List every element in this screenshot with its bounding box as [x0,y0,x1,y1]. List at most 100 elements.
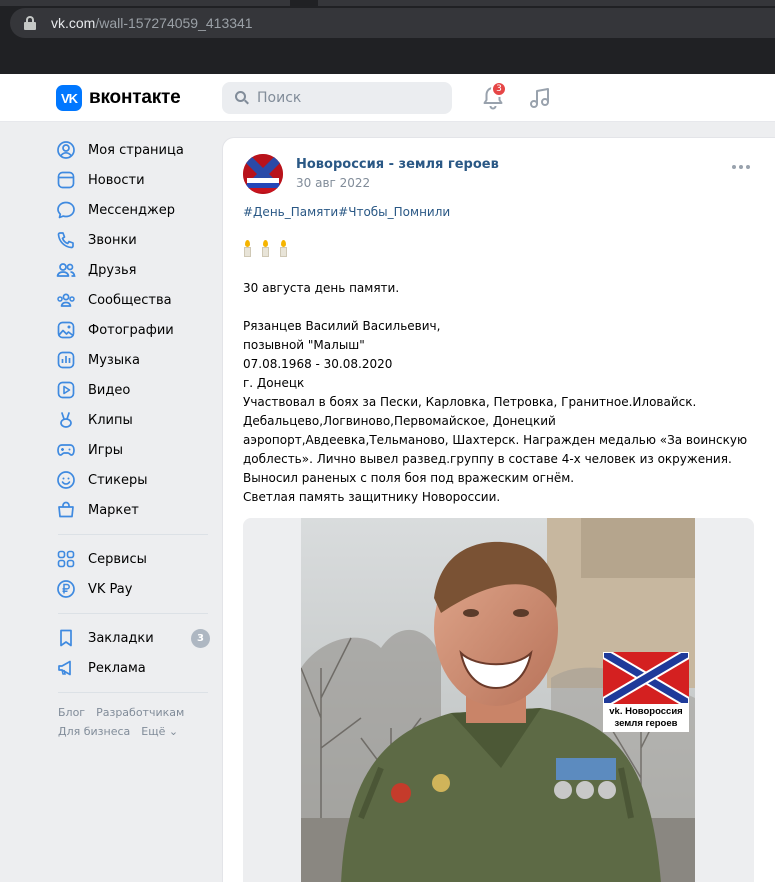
post-line: Рязанцев Василий Васильевич, [243,319,441,333]
sidebar-item-vkpay[interactable]: VK Pay [56,574,212,604]
search-input[interactable]: Поиск [222,82,452,114]
wall-post: Новороссия - земля героев 30 авг 2022 #Д… [222,137,775,882]
lock-icon [23,16,37,30]
sidebar-item-label: Моя страница [88,142,184,158]
browser-tab[interactable] [0,0,290,6]
photos-icon [57,321,75,339]
profile-icon [57,141,75,159]
music-icon [57,351,75,369]
post-line: позывной "Малыш" [243,338,365,352]
games-icon [57,444,75,456]
sidebar-item-label: Закладки [88,630,154,646]
candle-icon [243,240,252,257]
sidebar-item-clips[interactable]: Клипы [56,405,212,435]
post-line: 07.08.1968 - 30.08.2020 [243,357,393,371]
sidebar-item-my-page[interactable]: Моя страница [56,135,212,165]
post-line: 30 августа день памяти. [243,281,400,295]
sidebar-item-label: VK Pay [88,581,133,597]
post-line: Светлая память защитнику Новороссии. [243,490,501,504]
sidebar-item-label: Музыка [88,352,140,368]
bookmarks-icon [60,629,72,647]
friends-icon [56,263,76,277]
footer-link-more[interactable]: Ещё ⌄ [141,725,178,738]
notifications-badge: 3 [491,81,507,97]
video-icon [57,381,75,399]
news-icon [57,171,75,189]
sidebar-item-label: Маркет [88,502,139,518]
candles-emoji [243,240,288,257]
footer-link-business[interactable]: Для бизнеса [58,725,130,738]
clips-icon [60,412,72,428]
sidebar-footer-links: Блог Разработчикам Для бизнеса Ещё ⌄ [56,703,212,741]
vk-logo-icon: VK [56,85,82,111]
sidebar-item-label: Фотографии [88,322,174,338]
sidebar-item-services[interactable]: Сервисы [56,544,212,574]
sidebar-item-calls[interactable]: Звонки [56,225,212,255]
sidebar-divider [58,613,208,614]
candle-icon [279,240,288,257]
vk-logo[interactable]: VK вконтакте [56,85,181,111]
watermark-line: vk. Новороссия [609,706,683,717]
sidebar-item-label: Мессенджер [88,202,175,218]
post-text: 30 августа день памяти. Рязанцев Василий… [243,279,758,507]
photo-watermark: vk. Новороссия земля героев [603,704,689,732]
phone-icon [57,232,74,249]
candle-icon [261,240,270,257]
sidebar-item-news[interactable]: Новости [56,165,212,195]
market-icon [58,501,74,518]
sidebar-item-music[interactable]: Музыка [56,345,212,375]
post-date[interactable]: 30 авг 2022 [296,176,370,190]
footer-link-developers[interactable]: Разработчикам [96,706,184,719]
address-bar[interactable]: vk.com/wall-157274059_413341 [10,8,775,38]
post-line: Участвовал в боях за Пески, Карловка, Пе… [243,395,748,485]
sidebar-item-label: Клипы [88,412,133,428]
sidebar-item-label: Сообщества [88,292,172,308]
sidebar-item-label: Стикеры [88,472,148,488]
sidebar-divider [58,534,208,535]
browser-toolbar: vk.com/wall-157274059_413341 [0,0,775,74]
ads-icon [58,660,71,676]
sidebar-item-bookmarks[interactable]: Закладки 3 [56,623,212,653]
post-more-icon[interactable] [732,165,750,169]
sidebar-item-label: Видео [88,382,131,398]
post-hashtags[interactable]: #День_Памяти#Чтобы_Помнили [243,205,450,219]
messenger-icon [57,201,75,219]
sidebar-item-photos[interactable]: Фотографии [56,315,212,345]
vkpay-icon [57,580,75,598]
sidebar-item-label: Звонки [88,232,137,248]
novorossiya-flag-image [603,652,689,704]
sidebar-item-games[interactable]: Игры [56,435,212,465]
stickers-icon [57,471,75,489]
music-icon[interactable] [528,86,552,110]
sidebar-item-communities[interactable]: Сообщества [56,285,212,315]
sidebar-item-video[interactable]: Видео [56,375,212,405]
post-photo-container[interactable]: vk. Новороссия земля героев [243,518,754,882]
search-icon [235,91,249,105]
url-text[interactable]: vk.com/wall-157274059_413341 [51,15,253,31]
sidebar-item-label: Друзья [88,262,137,278]
browser-tab[interactable] [318,0,775,6]
watermark-line: земля героев [614,718,678,729]
footer-link-blog[interactable]: Блог [58,706,85,719]
community-avatar[interactable] [243,154,283,194]
bookmarks-count-badge: 3 [191,629,210,648]
sidebar-item-label: Сервисы [88,551,147,567]
sidebar-item-label: Новости [88,172,145,188]
left-sidebar: Моя страница Новости Мессенджер Звонки Д… [56,135,212,741]
site-header: VK вконтакте Поиск [0,74,775,122]
sidebar-divider [58,692,208,693]
sidebar-main-items: Моя страница Новости Мессенджер Звонки Д… [56,135,212,525]
sidebar-item-stickers[interactable]: Стикеры [56,465,212,495]
sidebar-item-market[interactable]: Маркет [56,495,212,525]
post-author-link[interactable]: Новороссия - земля героев [296,157,499,172]
sidebar-item-label: Реклама [88,660,146,676]
vk-logo-text: вконтакте [89,87,181,108]
sidebar-item-messenger[interactable]: Мессенджер [56,195,212,225]
post-photo[interactable]: vk. Новороссия земля героев [301,518,695,882]
post-line: г. Донецк [243,376,305,390]
communities-icon [57,293,75,307]
sidebar-item-friends[interactable]: Друзья [56,255,212,285]
search-placeholder: Поиск [257,90,302,106]
services-icon [57,550,75,568]
sidebar-item-ads[interactable]: Реклама [56,653,212,683]
